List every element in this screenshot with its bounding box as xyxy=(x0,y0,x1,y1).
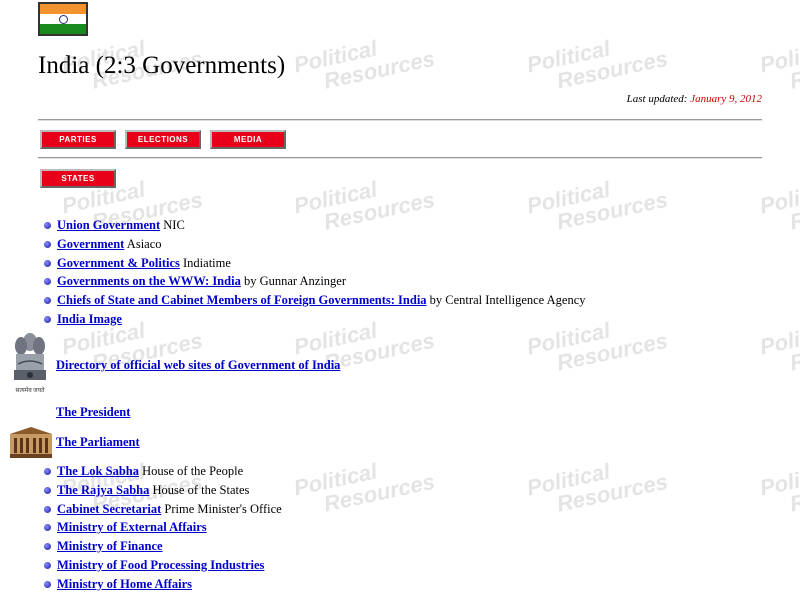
link-list-2: The Lok Sabha House of the People The Ra… xyxy=(44,462,282,594)
link-chiefs-of-state[interactable]: Chiefs of State and Cabinet Members of F… xyxy=(57,293,427,307)
president-item: The President xyxy=(56,405,130,420)
watermark: Political Resources xyxy=(524,35,670,94)
divider xyxy=(38,119,762,121)
watermark: Political Resources xyxy=(291,458,437,517)
link-description: House of the People xyxy=(142,464,244,478)
list-item: Chiefs of State and Cabinet Members of F… xyxy=(44,291,586,310)
link-food-processing[interactable]: Ministry of Food Processing Industries xyxy=(57,558,264,572)
divider xyxy=(38,157,762,159)
list-item: Government Asiaco xyxy=(44,235,586,254)
bullet-icon xyxy=(44,278,51,286)
last-updated: Last updated: January 9, 2012 xyxy=(626,93,762,105)
list-item: Governments on the WWW: India by Gunnar … xyxy=(44,272,586,291)
bullet-icon xyxy=(44,505,51,513)
elections-button[interactable]: ELECTIONS xyxy=(125,130,201,149)
list-item: Ministry of External Affairs xyxy=(44,518,282,537)
watermark: Political Resources xyxy=(757,35,800,94)
list-item: Ministry of Home Affairs xyxy=(44,575,282,594)
states-button[interactable]: STATES xyxy=(40,169,116,188)
watermark: Political Resources xyxy=(524,458,670,517)
national-emblem-icon: सत्यमेव जयते xyxy=(14,333,46,394)
list-item: Ministry of Finance xyxy=(44,537,282,556)
last-updated-date: January 9, 2012 xyxy=(690,93,762,105)
watermark: Political Resources xyxy=(291,35,437,94)
link-home-affairs[interactable]: Ministry of Home Affairs xyxy=(57,577,192,591)
watermark: Political Resources xyxy=(757,176,800,235)
bullet-icon xyxy=(44,468,51,475)
list-item: Union Government NIC xyxy=(44,216,586,235)
link-lok-sabha[interactable]: The Lok Sabha xyxy=(57,464,139,478)
link-external-affairs[interactable]: Ministry of External Affairs xyxy=(57,520,207,534)
directory-item: Directory of official web sites of Gover… xyxy=(56,358,340,373)
bullet-icon xyxy=(44,222,51,229)
link-governments-www[interactable]: Governments on the WWW: India xyxy=(57,274,241,288)
link-list: Union Government NIC Government Asiaco G… xyxy=(44,216,586,329)
bullet-icon xyxy=(44,240,51,248)
link-description: House of the States xyxy=(152,482,250,497)
link-description: Indiatime xyxy=(183,255,231,270)
link-description: by Gunnar Anzinger xyxy=(243,274,347,289)
list-item: The Rajya Sabha House of the States xyxy=(44,481,282,500)
link-union-government[interactable]: Union Government xyxy=(57,218,160,232)
media-button[interactable]: MEDIA xyxy=(210,130,286,149)
link-government-politics[interactable]: Government & Politics xyxy=(57,256,180,270)
bullet-icon xyxy=(44,315,51,323)
india-flag-icon xyxy=(38,2,88,36)
list-item: India Image xyxy=(44,310,586,329)
link-description: NIC xyxy=(163,218,185,232)
link-the-president[interactable]: The President xyxy=(56,405,130,419)
link-description: Prime Minister's Office xyxy=(164,501,282,516)
emblem-caption: सत्यमेव जयते xyxy=(15,386,45,394)
bullet-icon xyxy=(44,580,51,588)
bullet-icon xyxy=(44,543,51,551)
page-title: India (2:3 Governments) xyxy=(38,52,286,79)
link-description: Asiaco xyxy=(126,236,162,251)
watermark: Political Resources xyxy=(757,458,800,517)
bullet-icon xyxy=(44,561,51,569)
parties-button[interactable]: PARTIES xyxy=(40,130,116,149)
bullet-icon xyxy=(44,297,51,305)
link-cabinet-secretariat[interactable]: Cabinet Secretariat xyxy=(57,502,161,516)
link-the-parliament[interactable]: The Parliament xyxy=(56,435,140,449)
link-rajya-sabha[interactable]: The Rajya Sabha xyxy=(57,483,149,497)
bullet-icon xyxy=(44,524,51,532)
bullet-icon xyxy=(44,259,51,267)
list-item: Government & Politics Indiatime xyxy=(44,254,586,273)
bullet-icon xyxy=(44,486,51,494)
link-india-image[interactable]: India Image xyxy=(57,312,122,326)
watermark: Political Resources xyxy=(757,317,800,376)
parliament-item: The Parliament xyxy=(56,435,140,450)
link-finance[interactable]: Ministry of Finance xyxy=(57,539,163,553)
parliament-icon xyxy=(10,427,52,458)
link-directory-official[interactable]: Directory of official web sites of Gover… xyxy=(56,358,340,372)
list-item: Ministry of Food Processing Industries xyxy=(44,556,282,575)
link-description: by Central Intelligence Agency xyxy=(429,293,586,308)
link-government[interactable]: Government xyxy=(57,237,124,251)
list-item: The Lok Sabha House of the People xyxy=(44,462,282,481)
list-item: Cabinet Secretariat Prime Minister's Off… xyxy=(44,500,282,519)
